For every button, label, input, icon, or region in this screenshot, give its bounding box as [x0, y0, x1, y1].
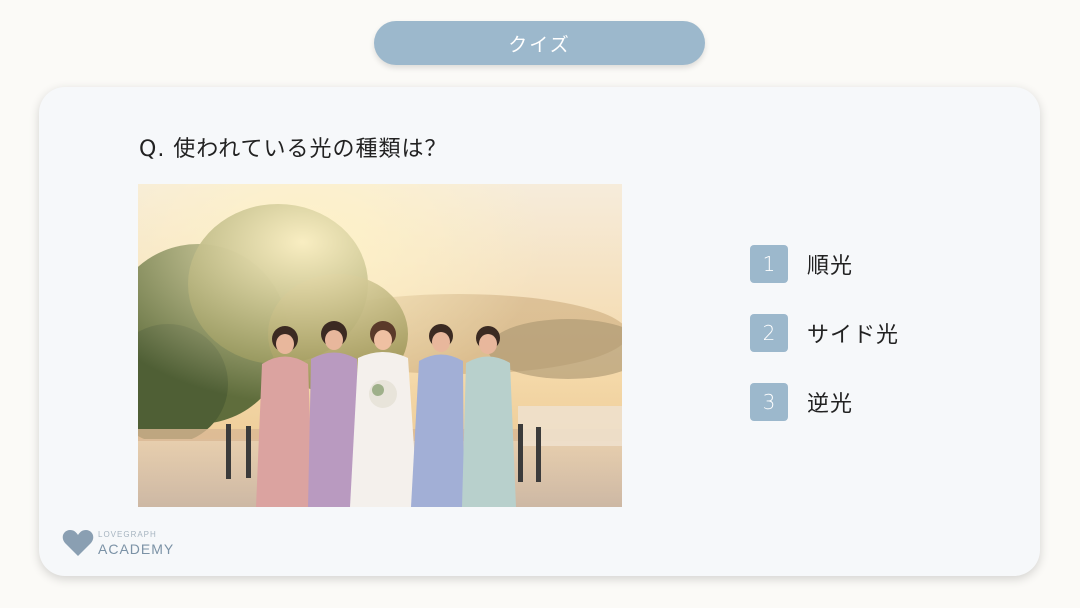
option-label: 順光 — [807, 254, 854, 279]
lovegraph-academy-logo: LOVEGRAPH ACADEMY — [62, 529, 174, 557]
quiz-card: Q. 使われている光の種類は？ 1 順光 2 サイド光 3 逆光 LOVEGRA… — [39, 87, 1040, 576]
option-label: サイド光 — [807, 323, 900, 348]
question-text: Q. 使われている光の種類は？ — [139, 137, 448, 162]
answer-options: 1 順光 2 サイド光 3 逆光 — [750, 245, 899, 452]
option-3[interactable]: 3 逆光 — [750, 383, 899, 421]
logo-top-text: LOVEGRAPH — [98, 529, 157, 539]
option-1[interactable]: 1 順光 — [750, 245, 899, 283]
option-label: 逆光 — [807, 392, 854, 417]
heart-icon — [62, 530, 94, 556]
option-number: 1 — [750, 245, 788, 283]
quiz-header-pill: クイズ — [374, 21, 705, 65]
option-number: 3 — [750, 383, 788, 421]
option-number: 2 — [750, 314, 788, 352]
logo-bottom-text: ACADEMY — [98, 540, 175, 557]
option-2[interactable]: 2 サイド光 — [750, 314, 899, 352]
quiz-header-label: クイズ — [508, 33, 571, 56]
quiz-photo — [138, 184, 622, 507]
